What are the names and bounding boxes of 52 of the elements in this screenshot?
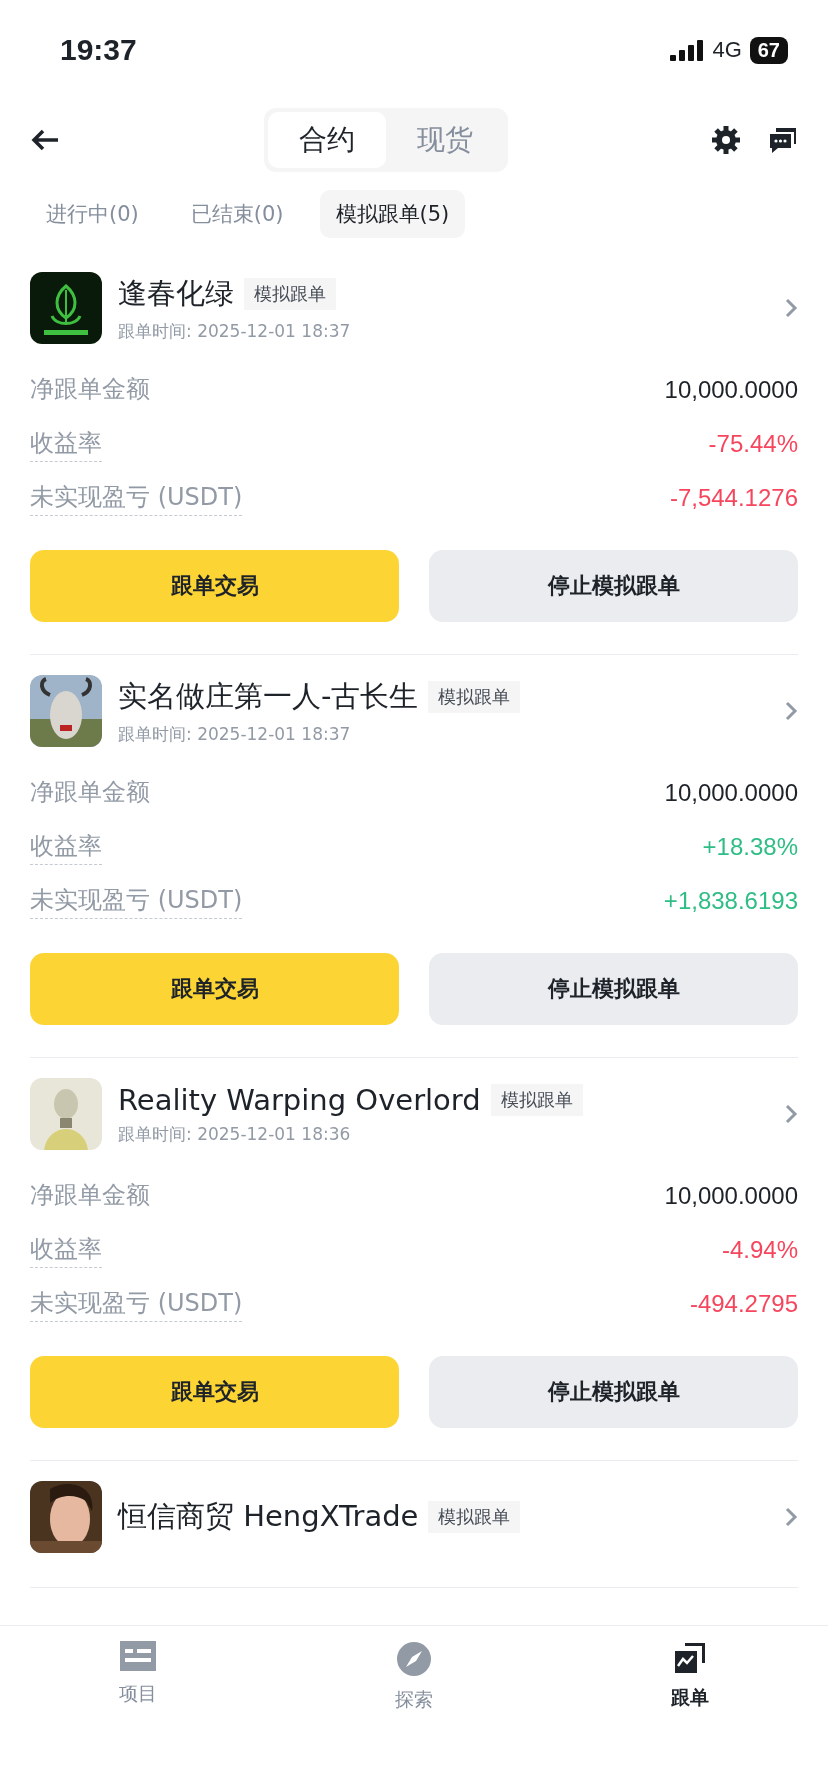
chart-card-icon [673,1641,707,1675]
mode-badge: 模拟跟单 [244,277,336,310]
trader-name: 逢春化绿 [118,274,234,312]
chevron-right-icon[interactable] [784,700,798,722]
stat-value: 10,000.0000 [664,1182,798,1210]
stat-value: +18.38% [702,833,798,861]
stat-value: -75.44% [708,430,798,458]
stat-value: -4.94% [721,1236,798,1264]
copy-trade-button[interactable]: 跟单交易 [30,1356,399,1428]
stat-label: 净跟单金额 [30,776,150,808]
stop-button[interactable]: 停止模拟跟单 [429,953,798,1025]
copy-trade-button[interactable]: 跟单交易 [30,550,399,622]
mode-badge: 模拟跟单 [428,1501,521,1533]
stat-value: +1,838.6193 [663,887,798,915]
chevron-right-icon[interactable] [784,1506,798,1528]
filter-tab[interactable]: 模拟跟单(5) [319,190,466,238]
copy-trade-button[interactable]: 跟单交易 [30,953,399,1025]
back-arrow-icon[interactable] [30,128,60,152]
mode-badge: 模拟跟单 [490,1083,583,1116]
mode-badge: 模拟跟单 [428,680,521,713]
stat-label: 未实现盈亏 (USDT) [30,1286,243,1322]
stat-label: 净跟单金额 [30,1179,150,1211]
chat-icon[interactable] [768,126,798,154]
stop-button[interactable]: 停止模拟跟单 [429,1356,798,1428]
settings-icon[interactable] [712,126,740,154]
network-label: 4G [712,37,742,63]
stat-label: 净跟单金额 [30,373,150,405]
follow-time: 跟单时间: 2025-12-01 18:36 [118,1122,352,1146]
list-icon [120,1641,156,1671]
trader-name: Reality Warping Overlord [118,1082,481,1117]
stat-label: 收益率 [30,829,102,865]
trader-name: 恒信商贸 HengXTrade [118,1498,419,1535]
stop-button[interactable]: 停止模拟跟单 [429,550,798,622]
chevron-right-icon[interactable] [784,297,798,319]
battery-level: 67 [749,36,788,64]
compass-icon [396,1641,432,1677]
stat-value: 10,000.0000 [664,376,798,404]
stat-value: -494.2795 [689,1290,798,1318]
stat-value: -7,544.1276 [669,484,798,512]
status-time: 19:37 [60,33,137,67]
follow-time: 跟单时间: 2025-12-01 18:37 [118,319,352,343]
chevron-right-icon[interactable] [784,1103,798,1125]
stat-value: 10,000.0000 [664,779,798,807]
signal-icon [670,39,705,61]
follow-time: 跟单时间: 2025-12-01 18:37 [118,722,352,746]
stat-label: 未实现盈亏 (USDT) [30,883,243,919]
trader-name: 实名做庄第一人-古长生 [118,677,419,715]
stat-label: 收益率 [30,426,102,462]
stat-label: 收益率 [30,1232,102,1268]
stat-label: 未实现盈亏 (USDT) [30,480,243,516]
nav-tab[interactable]: 跟单 [620,1640,760,1740]
segment-tab[interactable]: 合约 [268,112,386,168]
